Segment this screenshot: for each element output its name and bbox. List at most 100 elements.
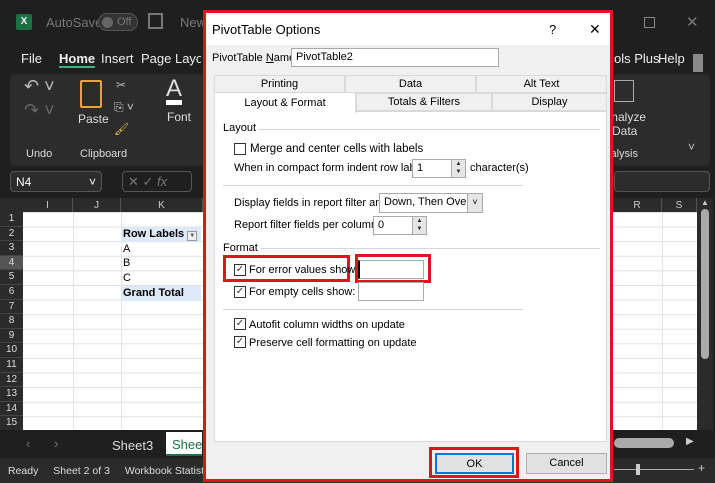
column-header-j[interactable]: J bbox=[73, 198, 121, 213]
font-icon[interactable]: A bbox=[166, 77, 183, 105]
tab-tools-plus[interactable]: ols Plus bbox=[614, 51, 660, 66]
pivot-row-labels-header[interactable]: Row Labels ▼ bbox=[121, 227, 201, 242]
tab-insert[interactable]: Insert bbox=[101, 51, 134, 66]
row-labels-text: Row Labels bbox=[123, 228, 185, 240]
sheet-tab-sheet2[interactable]: Sheet2 bbox=[166, 432, 202, 456]
tab-file[interactable]: File bbox=[21, 51, 42, 66]
row-header[interactable]: 11 bbox=[0, 358, 23, 373]
merge-label[interactable]: Merge and center cells with labels bbox=[250, 143, 423, 155]
pivot-item[interactable]: A bbox=[121, 242, 201, 257]
cancel-formula-icon[interactable]: ✕ ✓ fx bbox=[122, 171, 192, 192]
autosave-toggle[interactable]: Off bbox=[98, 13, 138, 31]
column-header-s[interactable]: S bbox=[662, 198, 697, 213]
font-button[interactable]: Font bbox=[167, 110, 191, 124]
tab-home[interactable]: Home bbox=[59, 51, 96, 68]
row-header[interactable]: 1 bbox=[0, 212, 23, 227]
row-header[interactable]: 9 bbox=[0, 328, 23, 344]
save-icon[interactable] bbox=[148, 13, 163, 29]
autofit-label[interactable]: Autofit column widths on update bbox=[249, 319, 405, 331]
empty-cells-label[interactable]: For empty cells show: bbox=[249, 286, 355, 298]
display-fields-select[interactable]: Down, Then Over ˅ bbox=[379, 193, 483, 213]
per-column-input[interactable]: 0 bbox=[373, 216, 413, 235]
copy-icon[interactable]: ⎘ ˅ bbox=[114, 100, 134, 115]
tab-display[interactable]: Display bbox=[492, 93, 607, 111]
filter-dropdown-icon[interactable]: ▼ bbox=[187, 231, 198, 241]
row-header[interactable]: 14 bbox=[0, 401, 23, 417]
tab-alt-text[interactable]: Alt Text bbox=[476, 75, 607, 93]
row-header[interactable]: 2 bbox=[0, 226, 23, 242]
paste-button[interactable]: Paste bbox=[78, 112, 109, 126]
prev-sheet-icon[interactable]: ‹ bbox=[26, 436, 30, 451]
row-header[interactable]: 3 bbox=[0, 241, 23, 256]
pivottable-name-input[interactable]: PivotTable2 bbox=[291, 48, 499, 67]
analyze-data-icon[interactable] bbox=[614, 80, 634, 102]
row-header[interactable]: 5 bbox=[0, 270, 23, 285]
next-sheet-icon[interactable]: › bbox=[54, 436, 58, 451]
format-painter-icon[interactable]: 🖌 bbox=[114, 122, 129, 136]
empty-cells-checkbox[interactable]: ✓ bbox=[234, 286, 246, 298]
row-header[interactable]: 6 bbox=[0, 285, 23, 300]
select-all-corner[interactable] bbox=[0, 198, 23, 213]
horizontal-scrollbar[interactable] bbox=[614, 438, 674, 448]
zoom-in-icon[interactable]: + bbox=[698, 461, 705, 475]
scroll-right-icon[interactable]: ▶ bbox=[686, 436, 694, 447]
pivot-item[interactable]: C bbox=[121, 271, 201, 286]
cancel-button[interactable]: Cancel bbox=[526, 453, 607, 474]
tab-data[interactable]: Data bbox=[345, 75, 476, 93]
column-divider bbox=[73, 212, 74, 430]
cut-icon[interactable]: ✂ bbox=[116, 78, 126, 92]
help-button[interactable]: ? bbox=[549, 22, 556, 37]
preserve-formatting-checkbox[interactable]: ✓ bbox=[234, 336, 246, 348]
maximize-icon[interactable] bbox=[644, 17, 655, 28]
error-values-label[interactable]: For error values show: bbox=[249, 264, 358, 276]
ok-button[interactable]: OK bbox=[435, 453, 514, 474]
zoom-slider[interactable] bbox=[614, 464, 694, 475]
tab-layout-format[interactable]: Layout & Format bbox=[214, 92, 356, 113]
column-header-r[interactable]: R bbox=[613, 198, 662, 213]
preserve-formatting-label[interactable]: Preserve cell formatting on update bbox=[249, 337, 417, 349]
column-header-i[interactable]: I bbox=[23, 198, 73, 213]
row-header[interactable]: 4 bbox=[0, 255, 23, 271]
row-header[interactable]: 8 bbox=[0, 314, 23, 329]
pivottable-options-dialog: PivotTable Options ? ✕ PivotTable Name: … bbox=[203, 10, 613, 482]
scroll-thumb[interactable] bbox=[701, 209, 709, 359]
merge-checkbox[interactable] bbox=[234, 143, 246, 155]
sheet2-label: Sheet2 bbox=[172, 437, 202, 452]
error-values-input[interactable] bbox=[358, 260, 424, 279]
per-column-spinner[interactable]: ▲ ▼ bbox=[412, 216, 427, 235]
tab-printing[interactable]: Printing bbox=[214, 75, 345, 93]
ribbon-scroll-button[interactable] bbox=[693, 54, 703, 72]
row-header[interactable]: 12 bbox=[0, 372, 23, 388]
collapse-ribbon-icon[interactable]: ˅ bbox=[688, 140, 695, 154]
error-values-checkbox[interactable]: ✓ bbox=[234, 264, 246, 276]
layout-section-label: Layout bbox=[223, 122, 257, 134]
pivot-grand-total[interactable]: Grand Total bbox=[121, 286, 201, 301]
indent-input[interactable]: 1 bbox=[412, 159, 452, 178]
formula-input[interactable] bbox=[614, 171, 710, 192]
undo-icon[interactable]: ↶ ˅ bbox=[24, 76, 55, 97]
tab-help[interactable]: Help bbox=[658, 51, 685, 66]
autofit-checkbox[interactable]: ✓ bbox=[234, 318, 246, 330]
row-header[interactable]: 15 bbox=[0, 416, 23, 431]
format-divider bbox=[223, 309, 523, 310]
sheet-tab-sheet3[interactable]: Sheet3 bbox=[112, 438, 153, 453]
tab-page-layout[interactable]: Page Layout bbox=[141, 51, 201, 66]
pivot-item[interactable]: B bbox=[121, 256, 201, 271]
empty-cells-input[interactable] bbox=[358, 282, 424, 301]
close-dialog-button[interactable]: ✕ bbox=[589, 21, 601, 38]
name-box[interactable]: N4 ˅ bbox=[10, 171, 102, 192]
fx-icon[interactable]: fx bbox=[157, 174, 167, 189]
display-fields-label: Display fields in report filter area: bbox=[234, 197, 395, 209]
row-header[interactable]: 13 bbox=[0, 387, 23, 402]
row-header[interactable]: 7 bbox=[0, 299, 23, 315]
column-header-k[interactable]: K bbox=[121, 198, 203, 213]
vertical-scrollbar[interactable]: ▲ bbox=[697, 198, 713, 430]
zoom-slider-thumb[interactable] bbox=[636, 464, 640, 475]
scroll-up-icon[interactable]: ▲ bbox=[697, 198, 713, 207]
row-header[interactable]: 10 bbox=[0, 343, 23, 358]
redo-icon[interactable]: ↷ ˅ bbox=[24, 100, 55, 121]
paste-icon[interactable] bbox=[80, 80, 102, 108]
close-window-icon[interactable]: ✕ bbox=[686, 13, 699, 31]
indent-spinner[interactable]: ▲ ▼ bbox=[451, 159, 466, 178]
tab-totals-filters[interactable]: Totals & Filters bbox=[356, 93, 492, 111]
